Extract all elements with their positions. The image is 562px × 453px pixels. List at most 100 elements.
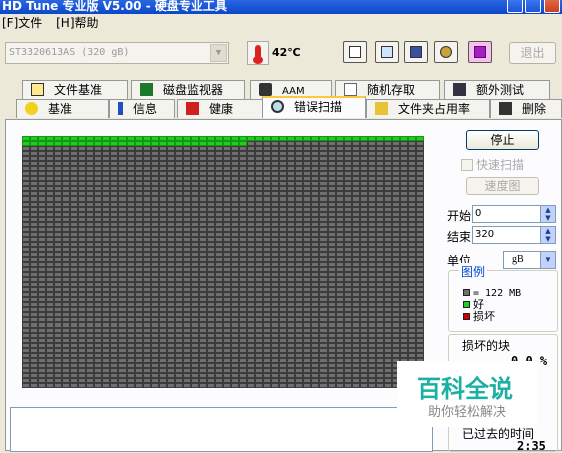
scan-block (46, 382, 55, 388)
tab-erase[interactable]: 删除 (490, 99, 562, 118)
tab-info[interactable]: 信息 (109, 99, 175, 118)
scan-block (343, 382, 352, 388)
minimize-button[interactable] (507, 0, 523, 13)
tab-disk-monitor[interactable]: 磁盘监视器 (131, 80, 245, 99)
lightbulb-icon (25, 102, 38, 115)
end-input[interactable]: 320 ▲ ▼ (472, 226, 556, 244)
drive-select[interactable]: ST3320613AS (320 gB) ▼ (5, 42, 229, 64)
scan-block (150, 382, 159, 388)
quick-scan-label: 快速扫描 (476, 158, 525, 172)
scan-block (30, 382, 39, 388)
end-label: 结束 (447, 230, 472, 244)
scan-block (190, 382, 199, 388)
scan-block (70, 382, 79, 388)
tab-benchmark[interactable]: 基准 (16, 99, 109, 118)
scan-block (247, 382, 256, 388)
scan-block (239, 382, 248, 388)
scan-block (206, 382, 215, 388)
menu-file[interactable]: [F]文件 (2, 16, 42, 30)
unit-select[interactable]: gB ▼ (503, 251, 556, 269)
download-icon[interactable] (468, 41, 492, 63)
red-block-icon (463, 313, 470, 320)
tab-extra-tests[interactable]: 额外测试 (444, 80, 550, 99)
magnifier-icon (271, 100, 284, 113)
scan-block (231, 382, 240, 388)
scan-block (214, 382, 223, 388)
start-label: 开始 (447, 209, 472, 223)
temperature-value: 42℃ (272, 46, 301, 59)
scan-block (279, 382, 288, 388)
speed-map-button[interactable]: 速度图 (466, 177, 539, 195)
scan-block (166, 382, 175, 388)
close-button[interactable] (544, 0, 560, 13)
menu-help[interactable]: [H]帮助 (56, 16, 98, 30)
scan-block (134, 382, 143, 388)
scan-block (198, 382, 207, 388)
scan-block (327, 382, 336, 388)
end-value: 320 (475, 229, 495, 240)
scan-block (118, 382, 127, 388)
scan-block (287, 382, 296, 388)
scan-block (351, 382, 360, 388)
tab-folder-usage[interactable]: 文件夹占用率 (366, 99, 490, 118)
scan-block (263, 382, 272, 388)
scan-block (158, 382, 167, 388)
scan-block (102, 382, 111, 388)
tab-error-scan[interactable]: 错误扫描 (262, 96, 366, 118)
copy-screen-icon[interactable] (375, 41, 399, 63)
tab-bar: 文件基准 磁盘监视器 AAM 随机存取 额外测试 基准 信息 健康 错误扫描 文… (5, 80, 562, 120)
speaker-icon (259, 83, 272, 96)
legend-damaged: 损坏 (463, 311, 495, 323)
exit-button[interactable]: 退出 (509, 42, 556, 64)
scan-block (182, 382, 191, 388)
scan-block (359, 382, 368, 388)
save-icon[interactable] (404, 41, 428, 63)
file-benchmark-icon (31, 83, 44, 96)
checkbox-icon[interactable] (461, 159, 473, 171)
scan-block (367, 382, 376, 388)
drive-select-value: ST3320613AS (320 gB) (9, 47, 130, 58)
tab-file-benchmark[interactable]: 文件基准 (22, 80, 128, 99)
disk-monitor-icon (140, 83, 153, 96)
start-value: 0 (475, 208, 482, 219)
gray-block-icon (463, 289, 470, 296)
extra-tests-icon (453, 83, 466, 96)
chevron-down-icon[interactable]: ▼ (540, 252, 555, 268)
window-title-bar: HD Tune 专业版 V5.00 - 硬盘专业工具 (0, 0, 562, 14)
stop-button[interactable]: 停止 (466, 130, 539, 150)
watermark-title: 百科全说 (417, 375, 513, 403)
legend-title: 图例 (459, 263, 488, 280)
scan-block (78, 382, 87, 388)
scan-block (174, 382, 183, 388)
scan-block (22, 382, 31, 388)
watermark: 百科全说 助你轻松解决 (397, 361, 537, 427)
scan-block (375, 382, 384, 388)
folder-icon (375, 102, 388, 115)
tab-health[interactable]: 健康 (177, 99, 263, 118)
info-icon (118, 102, 123, 115)
spinner-arrows-icon[interactable]: ▲ ▼ (540, 206, 555, 222)
spinner-arrows-icon[interactable]: ▲ ▼ (540, 227, 555, 243)
copy-text-icon[interactable] (343, 41, 367, 63)
window-title: HD Tune 专业版 V5.00 - 硬盘专业工具 (2, 0, 227, 13)
options-icon[interactable] (434, 41, 458, 63)
maximize-button[interactable] (525, 0, 541, 13)
toolbar: ST3320613AS (320 gB) ▼ 42℃ 退出 (0, 34, 562, 74)
green-block-icon (463, 301, 470, 308)
scan-block (255, 382, 264, 388)
scan-block (335, 382, 344, 388)
trash-icon (499, 102, 512, 115)
quick-scan-checkbox[interactable]: 快速扫描 (461, 156, 524, 173)
scan-log-area (10, 407, 433, 452)
legend-box: 图例 = 122 MB 好 损坏 (448, 263, 558, 332)
red-cross-icon (186, 102, 199, 115)
scan-block (295, 382, 304, 388)
scan-block-grid (22, 136, 424, 388)
chevron-down-icon[interactable]: ▼ (210, 44, 227, 62)
scan-block (126, 382, 135, 388)
scan-block (94, 382, 103, 388)
scan-block (271, 382, 280, 388)
scan-block (383, 382, 392, 388)
damaged-blocks-label: 损坏的块 (462, 339, 511, 353)
start-input[interactable]: 0 ▲ ▼ (472, 205, 556, 223)
